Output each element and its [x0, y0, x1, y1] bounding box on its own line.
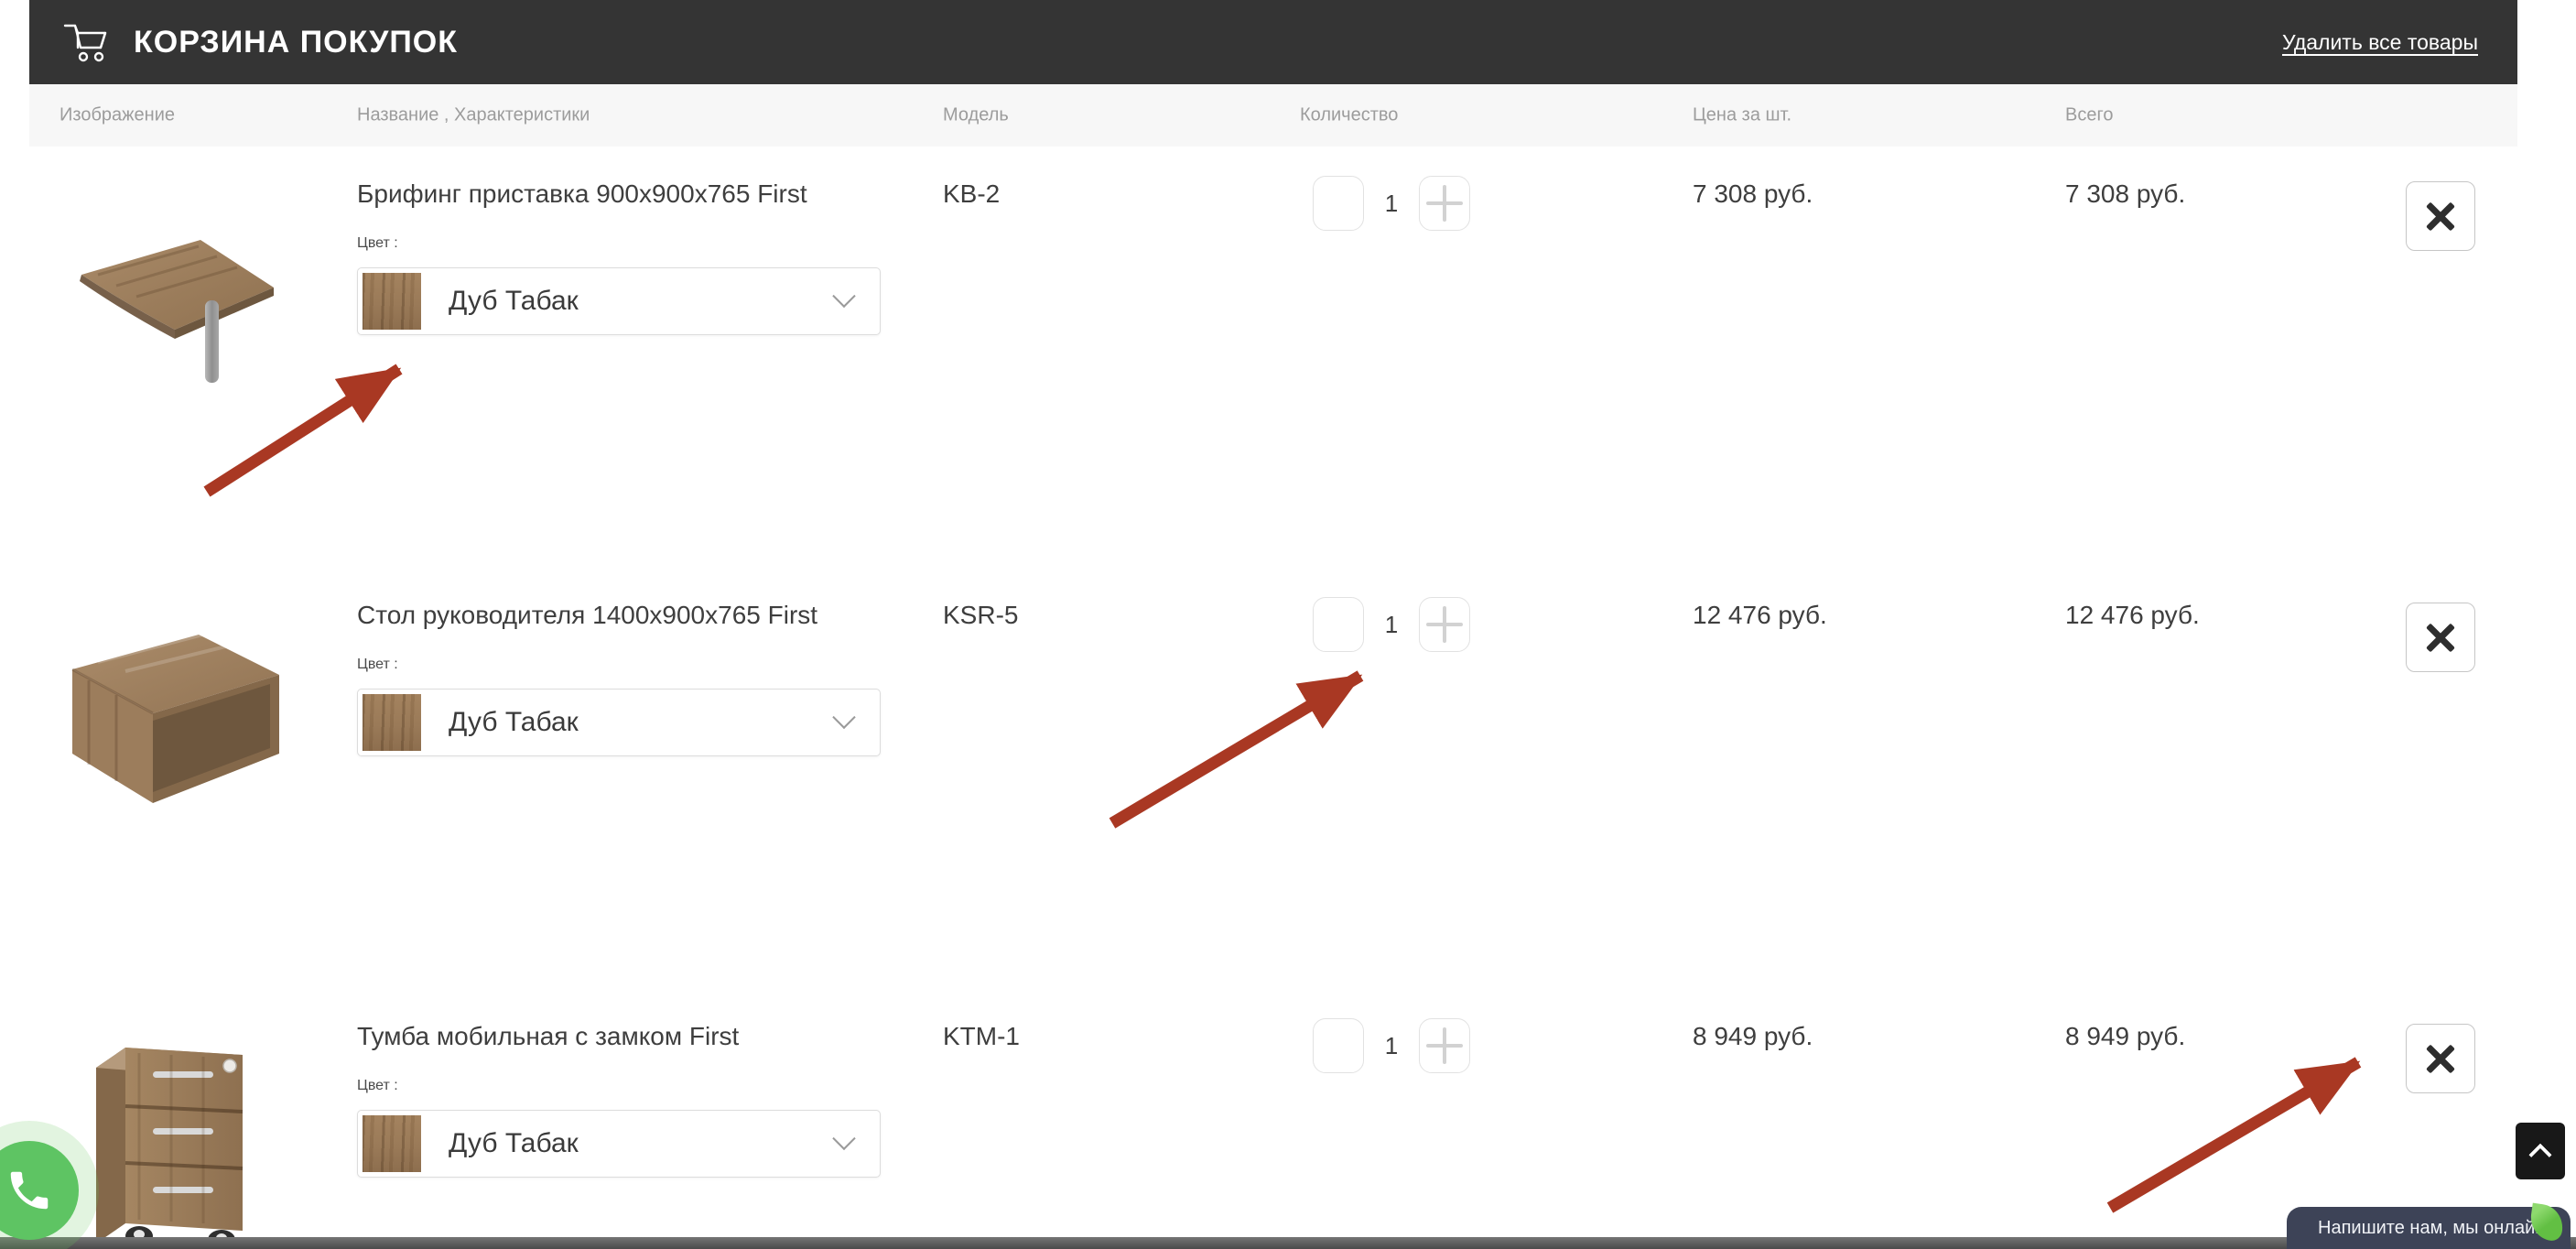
color-select[interactable]: Дуб Табак [357, 1110, 881, 1178]
qty-value: 1 [1364, 1018, 1419, 1073]
chat-message: Напишите нам, мы онлайн! [2318, 1218, 2550, 1239]
column-image: Изображение [60, 105, 175, 126]
clear-all-link[interactable]: Удалить все товары [2282, 30, 2478, 55]
product-image-executive-desk [61, 609, 290, 829]
qty-increase-button[interactable] [1419, 176, 1470, 231]
qty-decrease-button[interactable] [1313, 176, 1364, 231]
color-label: Цвет : [357, 235, 398, 252]
qty-decrease-button[interactable] [1313, 1018, 1364, 1073]
item-price: 8 949 руб. [1693, 1022, 1813, 1051]
close-icon [2425, 622, 2456, 653]
color-name: Дуб Табак [449, 707, 579, 738]
close-icon [2425, 1043, 2456, 1074]
qty-increase-button[interactable] [1419, 1018, 1470, 1073]
chat-widget-bar[interactable]: Напишите нам, мы онлайн! [2287, 1207, 2571, 1249]
column-name: Название , Характеристики [357, 105, 590, 126]
item-total: 12 476 руб. [2065, 601, 2200, 630]
shopping-cart-page: КОРЗИНА ПОКУПОК Удалить все товары Изобр… [0, 0, 2576, 1249]
page-title: КОРЗИНА ПОКУПОК [134, 25, 458, 60]
cart-item-row: Брифинг приставка 900x900x765 First Цвет… [29, 147, 2517, 568]
column-total: Всего [2065, 105, 2113, 126]
column-price: Цена за шт. [1693, 105, 1791, 126]
column-quantity: Количество [1300, 105, 1398, 126]
table-column-header: Изображение Название , Характеристики Мо… [29, 84, 2517, 147]
remove-item-button[interactable] [2406, 181, 2475, 251]
cart-item-row: Стол руководителя 1400x900x765 First Цве… [29, 568, 2517, 989]
color-swatch [363, 1115, 421, 1172]
color-select[interactable]: Дуб Табак [357, 689, 881, 756]
remove-item-button[interactable] [2406, 603, 2475, 672]
qty-decrease-button[interactable] [1313, 597, 1364, 652]
item-price: 7 308 руб. [1693, 179, 1813, 209]
close-icon [2425, 201, 2456, 232]
qty-increase-button[interactable] [1419, 597, 1470, 652]
item-name: Тумба мобильная с замком First [357, 1022, 739, 1051]
color-swatch [363, 694, 421, 751]
item-name: Брифинг приставка 900x900x765 First [357, 179, 807, 209]
color-name: Дуб Табак [449, 286, 579, 317]
column-model: Модель [943, 105, 1009, 126]
footer-strip [0, 1237, 2576, 1249]
cart-item-row: Тумба мобильная с замком First Цвет : Ду… [29, 989, 2517, 1249]
chevron-down-icon [832, 1127, 855, 1150]
remove-item-button[interactable] [2406, 1024, 2475, 1093]
item-model: KSR-5 [943, 601, 1018, 630]
item-total: 8 949 руб. [2065, 1022, 2185, 1051]
color-label: Цвет : [357, 1078, 398, 1094]
plus-icon [1426, 185, 1463, 222]
cart-header: КОРЗИНА ПОКУПОК Удалить все товары [29, 0, 2517, 84]
item-model: KTM-1 [943, 1022, 1020, 1051]
product-image-mobile-pedestal [61, 1024, 290, 1249]
chevron-up-icon [2528, 1144, 2551, 1167]
item-total: 7 308 руб. [2065, 179, 2185, 209]
qty-value: 1 [1364, 176, 1419, 231]
chevron-down-icon [832, 285, 855, 308]
item-model: KB-2 [943, 179, 1000, 209]
scroll-to-top-button[interactable] [2516, 1123, 2565, 1179]
phone-icon [5, 1166, 54, 1215]
qty-value: 1 [1364, 597, 1419, 652]
plus-icon [1426, 1027, 1463, 1064]
color-select[interactable]: Дуб Табак [357, 267, 881, 335]
item-name: Стол руководителя 1400x900x765 First [357, 601, 817, 630]
color-label: Цвет : [357, 657, 398, 673]
cart-icon [62, 20, 110, 64]
item-price: 12 476 руб. [1693, 601, 1827, 630]
chevron-down-icon [832, 706, 855, 729]
product-image-briefing-table [61, 201, 290, 421]
color-name: Дуб Табак [449, 1128, 579, 1159]
plus-icon [1426, 606, 1463, 643]
color-swatch [363, 273, 421, 330]
